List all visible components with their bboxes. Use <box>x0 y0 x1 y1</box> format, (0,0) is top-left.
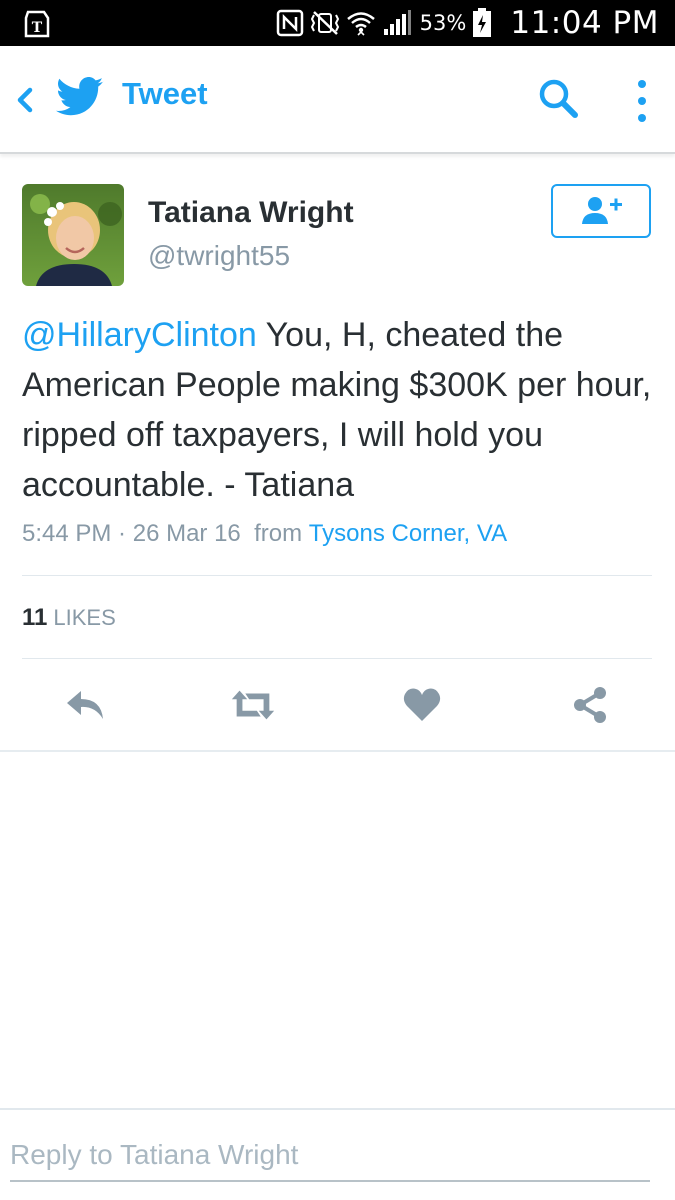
user-handle[interactable]: @twright55 <box>148 240 290 272</box>
chevron-left-icon[interactable] <box>10 80 38 120</box>
action-bar <box>0 680 675 730</box>
heart-icon <box>403 688 441 721</box>
follow-button[interactable] <box>551 184 651 238</box>
avatar[interactable] <box>22 184 124 286</box>
reply-button[interactable] <box>60 680 110 730</box>
status-time: 11:04 PM <box>510 5 659 41</box>
from-label: from <box>254 520 303 547</box>
meta-separator: · <box>111 520 133 547</box>
tweet-meta: 5:44 PM · 26 Mar 16 from Tysons Corner, … <box>22 520 507 548</box>
twitter-bird-icon <box>56 77 104 116</box>
share-button[interactable] <box>565 680 615 730</box>
battery-percent: 53% <box>419 11 467 35</box>
app-bar: Tweet <box>0 46 675 154</box>
page-title: Tweet <box>122 76 208 111</box>
nfc-icon <box>276 9 303 37</box>
divider <box>0 750 675 752</box>
share-icon <box>574 687 606 723</box>
retweet-button[interactable] <box>228 680 278 730</box>
display-name[interactable]: Tatiana Wright <box>148 196 354 230</box>
vibrate-mute-icon <box>310 11 339 35</box>
reply-bar-divider <box>0 1108 675 1110</box>
retweet-icon <box>231 690 275 720</box>
tweet-time: 5:44 PM <box>22 520 112 547</box>
tweet-date: 26 Mar 16 <box>132 520 241 547</box>
likes-label: LIKES <box>53 605 116 630</box>
status-bar: T 53% 11:04 PM <box>0 0 675 46</box>
likes-stat[interactable]: 11 LIKES <box>22 604 116 632</box>
like-button[interactable] <box>397 680 447 730</box>
more-vertical-icon[interactable] <box>628 76 656 126</box>
mention-link[interactable]: @HillaryClinton <box>22 316 257 354</box>
tweet-text: @HillaryClinton You, H, cheated the Amer… <box>22 310 662 510</box>
add-user-icon <box>582 197 622 224</box>
search-icon[interactable] <box>536 76 582 122</box>
location-link[interactable]: Tysons Corner, VA <box>309 520 507 547</box>
likes-count: 11 <box>22 604 48 631</box>
wifi-icon <box>346 12 375 36</box>
divider <box>22 658 652 659</box>
battery-charging-icon <box>473 8 492 37</box>
reply-input[interactable] <box>10 1130 650 1182</box>
divider <box>22 575 652 576</box>
svg-text:T: T <box>32 20 43 36</box>
carrier-icon: T <box>24 10 50 38</box>
signal-icon <box>383 10 411 35</box>
reply-icon <box>67 691 103 719</box>
